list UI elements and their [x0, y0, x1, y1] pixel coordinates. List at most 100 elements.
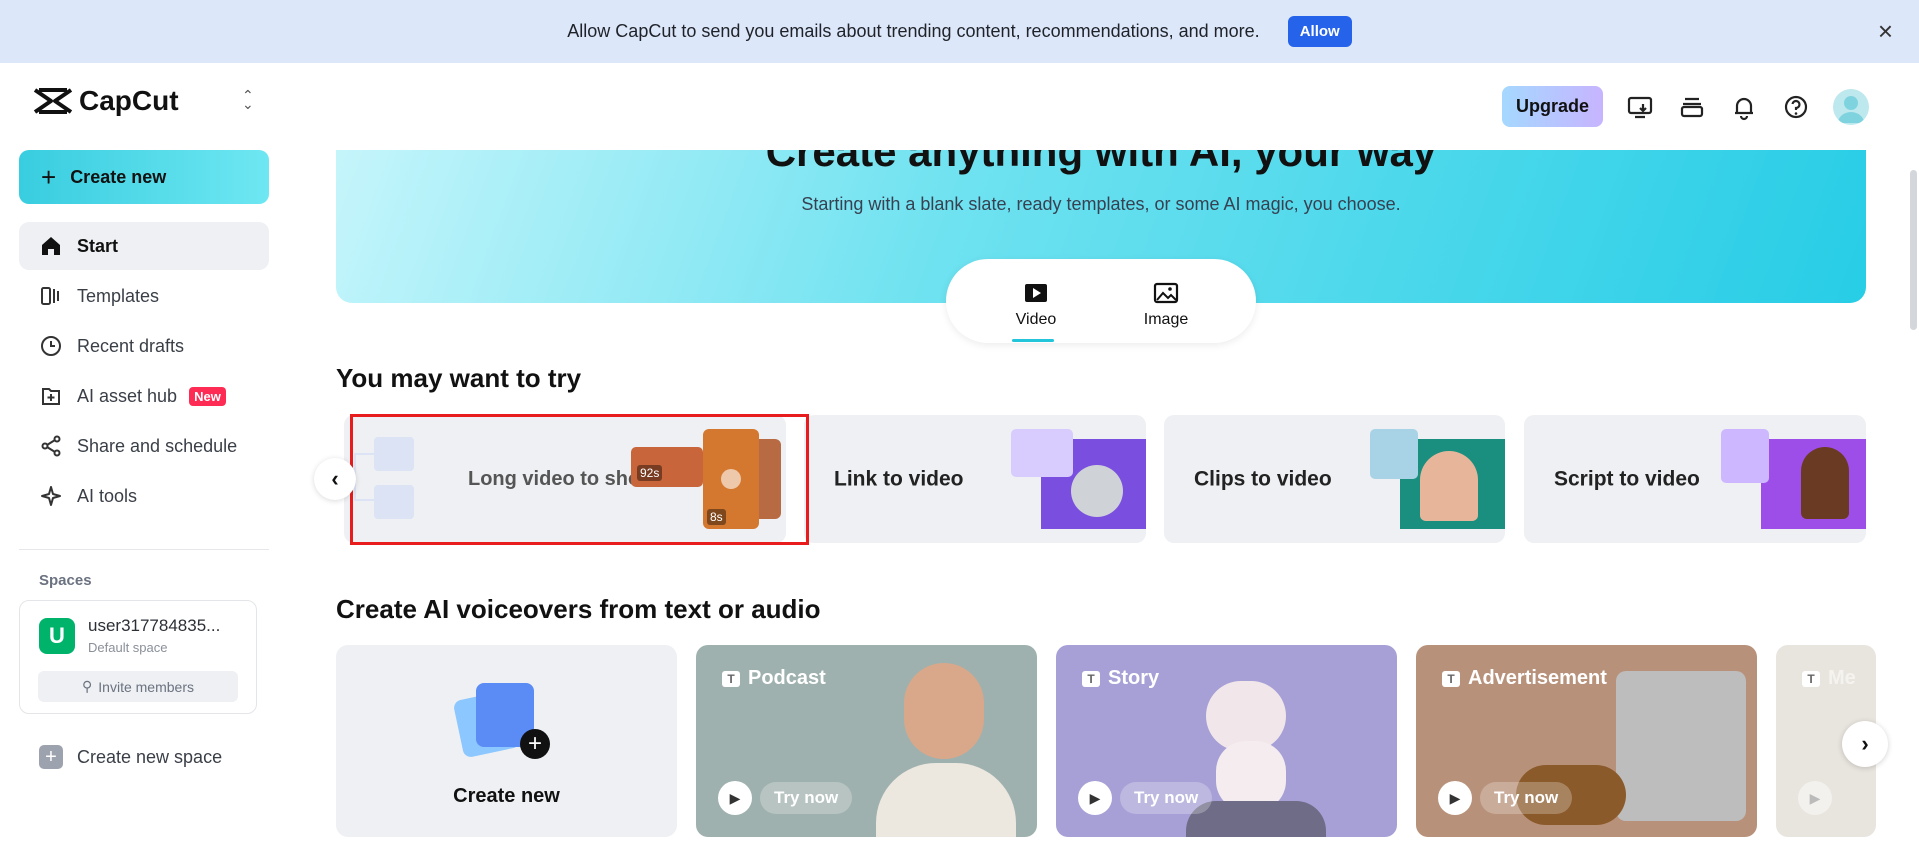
sidebar-item-label: Start [77, 235, 119, 256]
text-icon: T [1802, 670, 1820, 687]
space-subtitle: Default space [88, 640, 168, 655]
logo-text: CapCut [79, 85, 179, 116]
audio-waveform-icon: + [452, 683, 550, 763]
sidebar-item-label: Share and schedule [77, 435, 238, 456]
carousel-prev-button[interactable]: ‹ [314, 458, 356, 500]
try-now-button[interactable]: Try now [1480, 782, 1573, 814]
sidebar-item-start[interactable]: Start [19, 222, 269, 270]
hero-subtitle: Starting with a blank slate, ready templ… [801, 194, 1401, 214]
script-video-art [1721, 429, 1866, 529]
sidebar-item-label: Recent drafts [77, 335, 185, 356]
card-label: Script to video [1554, 467, 1700, 491]
help-icon[interactable] [1781, 92, 1811, 122]
space-avatar: U [39, 618, 75, 654]
tab-label: Video [1015, 311, 1057, 328]
text-icon: T [1442, 670, 1460, 687]
add-person-icon: ⚲ [82, 678, 93, 694]
capcut-logo[interactable]: CapCut [33, 85, 179, 117]
card-label: Clips to video [1194, 467, 1332, 491]
workspace-switch-icon[interactable]: ⌃ ⌄ [242, 88, 254, 111]
bell-icon[interactable] [1729, 92, 1759, 122]
download-desktop-icon[interactable] [1625, 92, 1655, 122]
try-now-button[interactable]: Try now [1120, 782, 1213, 814]
new-badge: New [189, 386, 226, 406]
plus-icon: + [41, 161, 57, 192]
create-new-label: Create new [453, 785, 560, 807]
allow-button[interactable]: Allow [1287, 16, 1352, 47]
text-icon: T [722, 670, 740, 687]
try-now-control[interactable]: ▶ Try now [1078, 781, 1213, 815]
image-icon [1153, 282, 1179, 304]
share-icon [41, 435, 61, 457]
clips-video-art [1360, 429, 1505, 529]
page-scrollbar[interactable] [1910, 170, 1917, 330]
space-card[interactable]: U user317784835... Default space ⚲ Invit… [19, 600, 257, 714]
sidebar-item-ai-asset-hub[interactable]: AI asset hub New [19, 372, 269, 420]
tab-label: Image [1143, 311, 1189, 328]
sparkle-icon [41, 486, 61, 506]
try-section-title: You may want to try [336, 363, 582, 393]
invite-label: Invite members [98, 678, 194, 695]
voiceover-podcast-card[interactable]: T Podcast ▶ Try now [696, 645, 1037, 837]
try-now-control[interactable]: ▶ [1798, 781, 1832, 815]
create-new-button[interactable]: + Create new [19, 150, 269, 204]
play-icon[interactable]: ▶ [1798, 781, 1832, 815]
space-name: user317784835... [88, 616, 221, 635]
card-label: Link to video [834, 467, 964, 491]
close-icon[interactable]: × [1878, 18, 1893, 44]
voiceover-create-new-card[interactable]: + Create new [336, 645, 677, 837]
active-tab-indicator [1012, 339, 1054, 342]
card-clips-to-video[interactable]: Clips to video [1164, 415, 1505, 543]
spaces-heading: Spaces [39, 572, 92, 589]
voiceover-advertisement-card[interactable]: T Advertisement ▶ Try now [1416, 645, 1757, 837]
try-now-button[interactable]: Try now [760, 782, 853, 814]
templates-icon [41, 287, 59, 305]
voiceover-tag: T Advertisement [1442, 667, 1607, 690]
play-icon[interactable]: ▶ [1078, 781, 1112, 815]
video-icon [1025, 284, 1047, 302]
sidebar-item-ai-tools[interactable]: AI tools [19, 472, 269, 520]
play-icon[interactable]: ▶ [1438, 781, 1472, 815]
link-video-art [1001, 429, 1146, 529]
asset-hub-icon [42, 388, 60, 405]
try-now-control[interactable]: ▶ Try now [718, 781, 853, 815]
voiceover-tag: T Podcast [722, 667, 826, 690]
sidebar-item-label: AI tools [77, 485, 138, 506]
coffee-machine [1616, 671, 1746, 821]
sidebar-item-recent-drafts[interactable]: Recent drafts [19, 322, 269, 370]
headphones-icon [1071, 465, 1123, 517]
create-new-label: Create new [70, 166, 167, 187]
sidebar-item-templates[interactable]: Templates [19, 272, 269, 320]
try-now-control[interactable]: ▶ Try now [1438, 781, 1573, 815]
voiceover-story-card[interactable]: T Story ▶ Try now [1056, 645, 1397, 837]
sidebar-item-share-and-schedule[interactable]: Share and schedule [19, 422, 269, 470]
sidebar-item-label: AI asset hub [77, 385, 178, 406]
tab-video[interactable]: Video [996, 279, 1076, 329]
card-script-to-video[interactable]: Script to video [1524, 415, 1866, 543]
avatar[interactable] [1833, 88, 1869, 125]
home-icon [42, 237, 60, 255]
sidebar-divider [19, 549, 269, 550]
upgrade-button[interactable]: Upgrade [1501, 86, 1603, 127]
capcut-logo-icon [33, 88, 73, 114]
stack-icon[interactable] [1677, 92, 1707, 122]
text-icon: T [1082, 670, 1100, 687]
card-link-to-video[interactable]: Link to video [804, 415, 1146, 543]
topbar-actions: Upgrade [1501, 86, 1869, 127]
tab-image[interactable]: Image [1126, 279, 1206, 329]
hero-title: Create anything with AI, your way [765, 150, 1437, 175]
play-icon[interactable]: ▶ [718, 781, 752, 815]
plus-icon: + [39, 745, 63, 769]
voiceover-section-title: Create AI voiceovers from text or audio [336, 594, 821, 624]
voiceover-tag: T Me [1802, 667, 1856, 690]
voiceover-tag: T Story [1082, 667, 1159, 690]
clock-icon [41, 336, 61, 356]
podcast-person [876, 663, 1016, 837]
mode-switch: Video Image [946, 259, 1256, 343]
highlight-box [350, 414, 809, 545]
sidebar-item-label: Templates [77, 285, 160, 306]
create-new-space-button[interactable]: + Create new space [39, 745, 222, 769]
invite-members-button[interactable]: ⚲ Invite members [38, 671, 238, 702]
carousel-next-button[interactable]: › [1842, 721, 1888, 767]
banner-message: Allow CapCut to send you emails about tr… [567, 21, 1260, 41]
